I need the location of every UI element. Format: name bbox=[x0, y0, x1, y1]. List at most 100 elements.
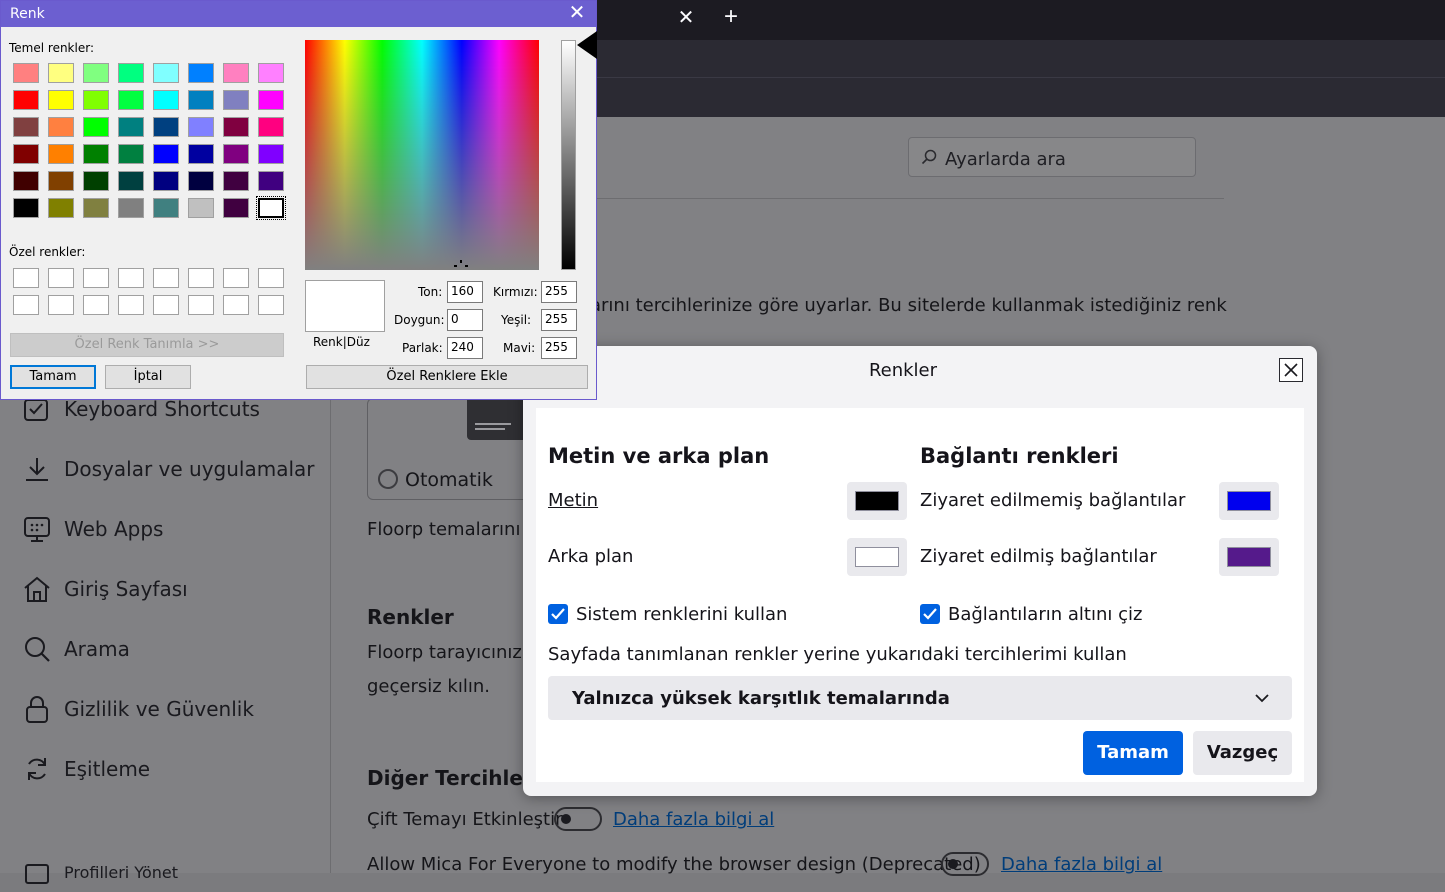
basic-color-swatch[interactable] bbox=[83, 63, 109, 83]
basic-color-swatch[interactable] bbox=[48, 63, 74, 83]
custom-color-swatch[interactable] bbox=[153, 295, 179, 315]
sidebar-item-home[interactable]: Giriş Sayfası bbox=[22, 569, 188, 609]
basic-color-swatch[interactable] bbox=[48, 90, 74, 110]
basic-color-swatch[interactable] bbox=[13, 63, 39, 83]
basic-color-swatch[interactable] bbox=[188, 90, 214, 110]
mica-toggle[interactable] bbox=[941, 852, 989, 876]
basic-color-swatch[interactable] bbox=[118, 198, 144, 218]
basic-color-swatch[interactable] bbox=[153, 198, 179, 218]
new-tab-button[interactable]: + bbox=[720, 5, 742, 29]
basic-color-swatch[interactable] bbox=[188, 63, 214, 83]
custom-color-swatch[interactable] bbox=[48, 268, 74, 288]
basic-color-swatch[interactable] bbox=[13, 144, 39, 164]
basic-color-swatch[interactable] bbox=[223, 117, 249, 137]
sidebar-item-privacy[interactable]: Gizlilik ve Güvenlik bbox=[22, 689, 254, 729]
ok-button[interactable]: Tamam bbox=[1083, 731, 1183, 775]
basic-color-swatch[interactable] bbox=[83, 144, 109, 164]
close-button[interactable] bbox=[1279, 358, 1303, 382]
basic-color-swatch[interactable] bbox=[153, 171, 179, 191]
blue-input[interactable]: 255 bbox=[541, 337, 577, 359]
custom-color-swatch[interactable] bbox=[48, 295, 74, 315]
settings-search-input[interactable]: Ayarlarda ara bbox=[908, 137, 1196, 177]
custom-color-swatch[interactable] bbox=[223, 295, 249, 315]
basic-color-swatch[interactable] bbox=[83, 198, 109, 218]
basic-color-swatch[interactable] bbox=[223, 144, 249, 164]
color-picker-cancel-button[interactable]: İptal bbox=[105, 365, 191, 389]
basic-color-swatch[interactable] bbox=[188, 198, 214, 218]
basic-color-swatch[interactable] bbox=[48, 198, 74, 218]
basic-color-swatch[interactable] bbox=[188, 144, 214, 164]
basic-color-swatch[interactable] bbox=[118, 144, 144, 164]
luminance-input[interactable]: 240 bbox=[447, 337, 483, 359]
basic-color-swatch[interactable] bbox=[48, 144, 74, 164]
sidebar-item-sync[interactable]: Eşitleme bbox=[22, 749, 150, 789]
basic-color-swatch[interactable] bbox=[256, 196, 286, 220]
text-color-button[interactable] bbox=[847, 482, 907, 520]
basic-color-swatch[interactable] bbox=[258, 171, 284, 191]
custom-color-swatch[interactable] bbox=[258, 268, 284, 288]
basic-color-swatch[interactable] bbox=[223, 198, 249, 218]
sidebar-item-files-apps[interactable]: Dosyalar ve uygulamalar bbox=[22, 449, 315, 489]
define-custom-colors-button[interactable]: Özel Renk Tanımla >> bbox=[10, 333, 284, 357]
color-picker-ok-button[interactable]: Tamam bbox=[10, 365, 96, 389]
custom-color-swatch[interactable] bbox=[13, 268, 39, 288]
visited-links-color-button[interactable] bbox=[1219, 538, 1279, 576]
basic-color-swatch[interactable] bbox=[258, 63, 284, 83]
basic-color-swatch[interactable] bbox=[13, 198, 39, 218]
basic-color-swatch[interactable] bbox=[83, 90, 109, 110]
sidebar-item-profiles[interactable]: Profilleri Yönet bbox=[22, 852, 178, 892]
dual-theme-toggle[interactable] bbox=[554, 807, 602, 831]
underline-links-checkbox[interactable] bbox=[920, 604, 940, 624]
basic-color-swatch[interactable] bbox=[48, 171, 74, 191]
dual-theme-learn-more-link[interactable]: Daha fazla bilgi al bbox=[613, 809, 774, 830]
basic-color-swatch[interactable] bbox=[223, 90, 249, 110]
hue-input[interactable]: 160 bbox=[447, 281, 483, 303]
custom-color-swatch[interactable] bbox=[223, 268, 249, 288]
custom-color-swatch[interactable] bbox=[118, 295, 144, 315]
basic-color-swatch[interactable] bbox=[13, 117, 39, 137]
sidebar-item-search[interactable]: Arama bbox=[22, 629, 130, 669]
tab-close-icon[interactable]: ✕ bbox=[676, 8, 696, 28]
basic-color-swatch[interactable] bbox=[258, 117, 284, 137]
custom-color-swatch[interactable] bbox=[188, 295, 214, 315]
basic-color-swatch[interactable] bbox=[83, 117, 109, 137]
override-colors-select[interactable]: Yalnızca yüksek karşıtlık temalarında bbox=[548, 676, 1292, 720]
use-system-colors-checkbox[interactable] bbox=[548, 604, 568, 624]
custom-color-swatch[interactable] bbox=[153, 268, 179, 288]
basic-color-swatch[interactable] bbox=[13, 90, 39, 110]
custom-color-swatch[interactable] bbox=[13, 295, 39, 315]
color-spectrum[interactable] bbox=[305, 40, 539, 270]
basic-color-swatch[interactable] bbox=[153, 63, 179, 83]
basic-color-swatch[interactable] bbox=[13, 171, 39, 191]
add-to-custom-colors-button[interactable]: Özel Renklere Ekle bbox=[306, 365, 588, 389]
basic-color-swatch[interactable] bbox=[48, 117, 74, 137]
basic-color-swatch[interactable] bbox=[118, 63, 144, 83]
basic-color-swatch[interactable] bbox=[153, 90, 179, 110]
custom-color-swatch[interactable] bbox=[188, 268, 214, 288]
luminance-slider[interactable] bbox=[561, 40, 576, 270]
custom-color-swatch[interactable] bbox=[83, 295, 109, 315]
basic-color-swatch[interactable] bbox=[153, 144, 179, 164]
close-icon[interactable]: ✕ bbox=[567, 3, 587, 23]
basic-color-swatch[interactable] bbox=[223, 171, 249, 191]
sidebar-item-web-apps[interactable]: Web Apps bbox=[22, 509, 163, 549]
custom-color-swatch[interactable] bbox=[83, 268, 109, 288]
green-input[interactable]: 255 bbox=[541, 309, 577, 331]
mica-learn-more-link[interactable]: Daha fazla bilgi al bbox=[1001, 854, 1162, 875]
saturation-input[interactable]: 0 bbox=[447, 309, 483, 331]
basic-color-swatch[interactable] bbox=[258, 144, 284, 164]
basic-color-swatch[interactable] bbox=[118, 117, 144, 137]
basic-color-swatch[interactable] bbox=[188, 117, 214, 137]
theme-automatic-radio[interactable] bbox=[378, 469, 398, 489]
background-color-button[interactable] bbox=[847, 538, 907, 576]
luminance-arrow-icon[interactable] bbox=[577, 31, 597, 59]
basic-color-swatch[interactable] bbox=[118, 90, 144, 110]
basic-color-swatch[interactable] bbox=[258, 90, 284, 110]
basic-color-swatch[interactable] bbox=[153, 117, 179, 137]
cancel-button[interactable]: Vazgeç bbox=[1193, 731, 1292, 775]
red-input[interactable]: 255 bbox=[541, 281, 577, 303]
basic-color-swatch[interactable] bbox=[188, 171, 214, 191]
basic-color-swatch[interactable] bbox=[223, 63, 249, 83]
unvisited-links-color-button[interactable] bbox=[1219, 482, 1279, 520]
custom-color-swatch[interactable] bbox=[118, 268, 144, 288]
